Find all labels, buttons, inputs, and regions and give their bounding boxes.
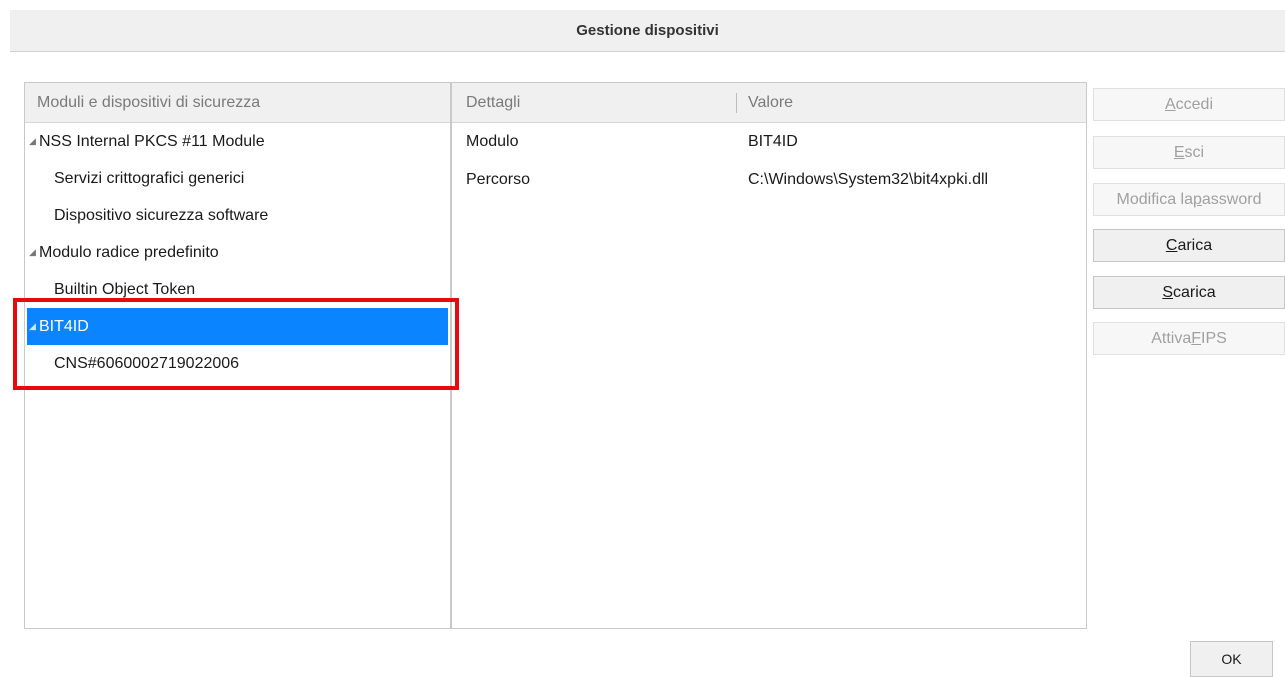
tree-item-nss-internal-module[interactable]: ◢ NSS Internal PKCS #11 Module — [25, 123, 450, 160]
tree-item-generic-crypto-services[interactable]: Servizi crittografici generici — [25, 160, 450, 197]
enable-fips-button-text: Attiva — [1151, 329, 1192, 347]
detail-value: BIT4ID — [748, 133, 798, 150]
detail-name: Modulo — [466, 133, 519, 150]
expanded-twisty-icon[interactable]: ◢ — [29, 136, 39, 147]
tree-item-software-security-device[interactable]: Dispositivo sicurezza software — [25, 197, 450, 234]
logout-button-text-rest: sci — [1184, 143, 1205, 161]
tree-item-label: Builtin Object Token — [54, 280, 196, 298]
load-button-accesskey: C — [1165, 236, 1178, 254]
tree-item-builtin-root-module[interactable]: ◢ Modulo radice predefinito — [25, 234, 450, 271]
table-row[interactable]: Modulo BIT4ID — [452, 123, 1086, 161]
expanded-twisty-icon[interactable]: ◢ — [29, 247, 39, 258]
enable-fips-button[interactable]: Attiva F IPS — [1093, 322, 1285, 355]
tree-item-label: Modulo radice predefinito — [39, 243, 219, 261]
unload-button-text-rest: carica — [1172, 283, 1216, 301]
column-header-details[interactable]: Dettagli — [452, 83, 736, 122]
tree-item-label: CNS#6060002719022006 — [54, 354, 240, 372]
load-button-text-rest: arica — [1177, 236, 1213, 254]
unload-button-accesskey: S — [1162, 283, 1173, 301]
details-table: Dettagli Valore Modulo BIT4ID Percorso C… — [451, 82, 1087, 629]
security-modules-tree[interactable]: Moduli e dispositivi di sicurezza ◢ NSS … — [24, 82, 451, 629]
change-password-button-accesskey: p — [1193, 190, 1202, 208]
login-button-accesskey: A — [1164, 95, 1176, 113]
change-password-button[interactable]: Modifica la p assword — [1093, 183, 1285, 216]
tree-column-header-label: Moduli e dispositivi di sicurezza — [37, 93, 261, 111]
tree-list: ◢ NSS Internal PKCS #11 Module Servizi c… — [25, 123, 450, 382]
tree-column-header[interactable]: Moduli e dispositivi di sicurezza — [25, 83, 450, 123]
unload-button[interactable]: Scarica — [1093, 276, 1285, 309]
tree-item-label: BIT4ID — [39, 317, 89, 335]
column-header-value[interactable]: Valore — [736, 83, 1086, 122]
tree-item-cns-token[interactable]: CNS#6060002719022006 — [25, 345, 450, 382]
detail-value: C:\Windows\System32\bit4xpki.dll — [748, 171, 989, 188]
column-header-value-label: Valore — [748, 93, 794, 111]
dialog-title: Gestione dispositivi — [576, 22, 719, 39]
login-button-text-rest: ccedi — [1175, 95, 1214, 113]
details-column-headers: Dettagli Valore — [452, 83, 1086, 123]
tree-item-label: Servizi crittografici generici — [54, 169, 245, 187]
enable-fips-button-text-rest: IPS — [1201, 329, 1227, 347]
change-password-button-text-rest: assword — [1201, 190, 1262, 208]
tree-item-label: NSS Internal PKCS #11 Module — [39, 132, 265, 150]
change-password-button-text: Modifica la — [1116, 190, 1193, 208]
dialog-titlebar: Gestione dispositivi — [10, 10, 1285, 52]
expanded-twisty-icon[interactable]: ◢ — [29, 321, 39, 332]
detail-name: Percorso — [466, 171, 531, 188]
login-button[interactable]: Accedi — [1093, 88, 1285, 121]
logout-button[interactable]: Esci — [1093, 136, 1285, 169]
table-row[interactable]: Percorso C:\Windows\System32\bit4xpki.dl… — [452, 161, 1086, 199]
load-button[interactable]: Carica — [1093, 229, 1285, 262]
enable-fips-button-accesskey: F — [1191, 329, 1201, 347]
tree-item-builtin-object-token[interactable]: Builtin Object Token — [25, 271, 450, 308]
tree-item-label: Dispositivo sicurezza software — [54, 206, 269, 224]
ok-button[interactable]: OK — [1190, 641, 1273, 677]
tree-item-bit4id[interactable]: ◢ BIT4ID — [27, 308, 448, 345]
column-header-details-label: Dettagli — [466, 93, 521, 111]
logout-button-accesskey: E — [1173, 143, 1185, 161]
